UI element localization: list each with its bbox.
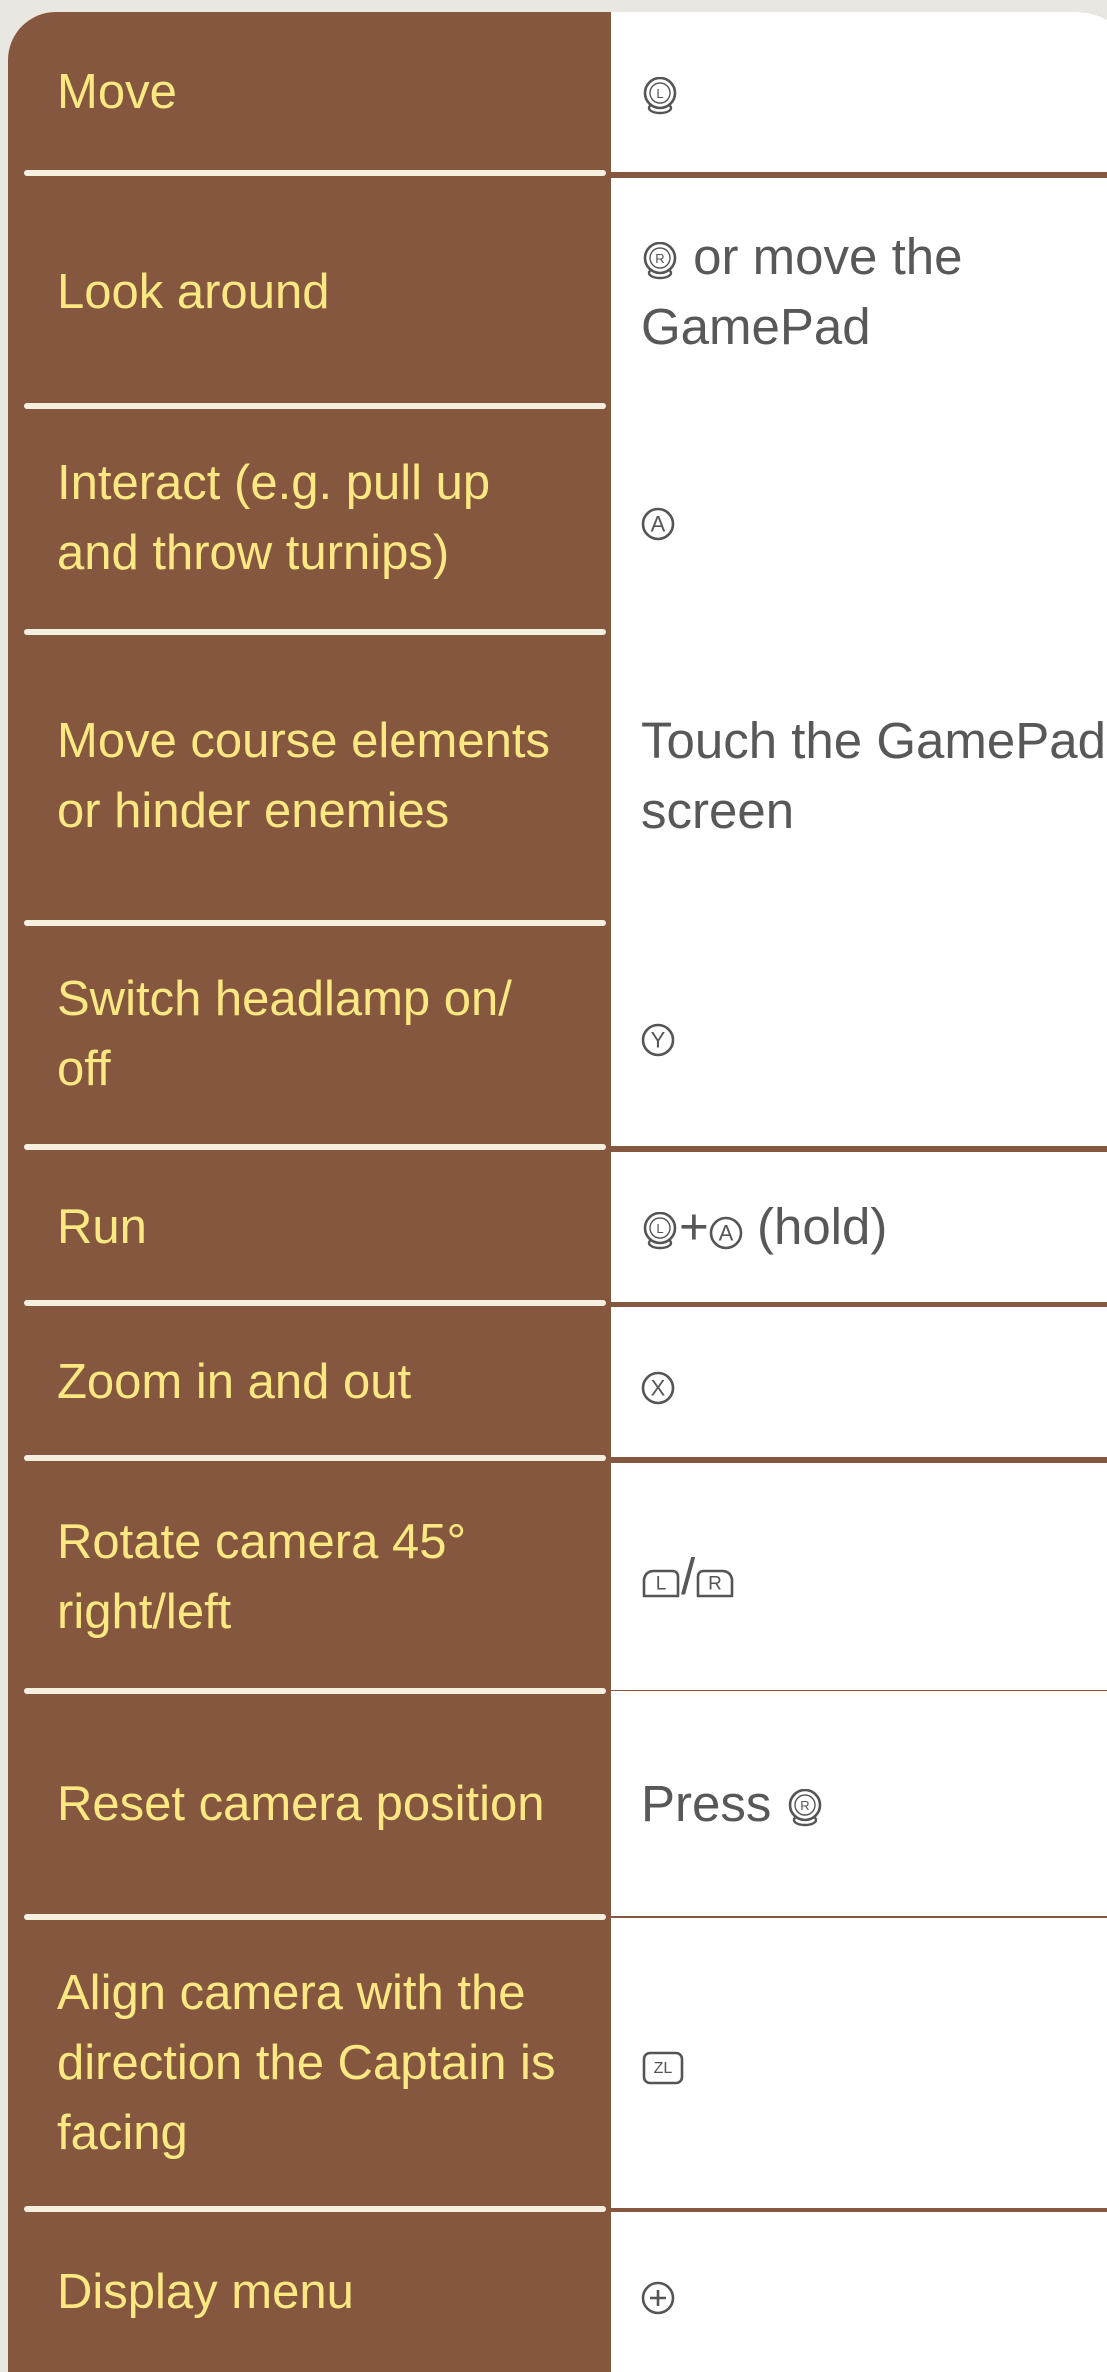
plus-button-icon <box>641 2281 675 2315</box>
table-row: Interact (e.g. pull up and throw turnips… <box>8 404 1107 631</box>
input-cell: Press R <box>611 1691 1107 1916</box>
action-text: Zoom in and out <box>57 1355 412 1409</box>
action-label: Display menu <box>8 2212 611 2372</box>
table-row: Move L <box>8 12 1107 172</box>
a-button-icon: A <box>709 1216 743 1250</box>
input-description: L / R <box>641 1542 735 1612</box>
input-text: + <box>679 1198 709 1255</box>
input-cell: L + A (hold) <box>611 1152 1107 1302</box>
input-description <box>641 2257 675 2327</box>
controls-table: Move L Look around R or move the GamePad Int… <box>8 12 1107 2372</box>
action-text: Align camera with the direction the Capt… <box>57 1966 556 2160</box>
svg-text:A: A <box>718 1221 733 1246</box>
r-shoulder-icon: R <box>695 1566 735 1600</box>
input-cell: L <box>611 12 1107 172</box>
svg-text:X: X <box>651 1376 666 1401</box>
a-button-icon: A <box>641 507 675 541</box>
action-text: Move <box>57 65 177 119</box>
table-row: Switch headlamp on/ off Y <box>8 922 1107 1146</box>
svg-text:ZL: ZL <box>654 2060 673 2077</box>
action-label: Move <box>8 12 611 172</box>
table-row: Run L + A (hold) <box>8 1152 1107 1302</box>
svg-text:L: L <box>656 1221 663 1236</box>
input-cell: A <box>611 404 1107 631</box>
action-text: Interact (e.g. pull up and throw turnips… <box>57 455 491 580</box>
action-text: Display menu <box>57 2265 354 2319</box>
input-description: R or move the GamePad <box>641 222 1107 362</box>
row-divider <box>24 1455 606 1461</box>
input-cell: ZL <box>611 1918 1107 2208</box>
action-label: Move course elements or hinder enemies <box>8 630 611 922</box>
action-label: Interact (e.g. pull up and throw turnips… <box>8 404 611 631</box>
row-divider <box>24 1300 606 1306</box>
action-text: Look around <box>57 264 330 319</box>
action-text: Run <box>57 1200 147 1254</box>
svg-text:R: R <box>800 1798 809 1813</box>
l-shoulder-icon: L <box>641 1566 681 1600</box>
svg-text:R: R <box>655 251 664 266</box>
action-text: Switch headlamp on/ off <box>57 972 512 1096</box>
input-text: (hold) <box>742 1198 888 1255</box>
svg-text:R: R <box>708 1573 722 1594</box>
input-cell: R or move the GamePad <box>611 178 1107 405</box>
table-row: Rotate camera 45° right/left L / R <box>8 1463 1107 1690</box>
input-cell <box>611 2212 1107 2372</box>
svg-text:L: L <box>656 1573 667 1594</box>
action-label: Align camera with the direction the Capt… <box>8 1918 611 2208</box>
action-label: Look around <box>8 178 611 405</box>
table-row: Reset camera position Press R <box>8 1691 1107 1916</box>
input-description: L + A (hold) <box>641 1192 887 1262</box>
table-row: Align camera with the direction the Capt… <box>8 1918 1107 2208</box>
l-stick-icon: L <box>641 77 679 115</box>
input-cell: L / R <box>611 1463 1107 1690</box>
input-text: Touch the GamePad screen <box>641 712 1106 839</box>
action-label: Rotate camera 45° right/left <box>8 1463 611 1690</box>
svg-text:A: A <box>651 511 666 536</box>
table-row: Look around R or move the GamePad <box>8 178 1107 405</box>
action-label: Switch headlamp on/ off <box>8 922 611 1146</box>
svg-text:L: L <box>656 86 663 101</box>
action-label: Run <box>8 1152 611 1302</box>
input-description: Press R <box>641 1769 824 1839</box>
input-text: or move the GamePad <box>641 227 963 355</box>
input-cell: X <box>611 1307 1107 1457</box>
input-description: Touch the GamePad screen <box>641 706 1107 846</box>
input-description: ZL <box>641 2028 685 2098</box>
row-divider <box>24 170 606 176</box>
action-text: Rotate camera 45° right/left <box>57 1514 467 1639</box>
action-text: Reset camera position <box>57 1776 545 1831</box>
zl-button-icon: ZL <box>641 2050 685 2086</box>
table-row: Move course elements or hinder enemies To… <box>8 630 1107 922</box>
input-cell: Touch the GamePad screen <box>611 630 1107 922</box>
action-label: Zoom in and out <box>8 1307 611 1457</box>
input-text: Press <box>641 1774 786 1832</box>
r-stick-icon: R <box>786 1788 824 1827</box>
input-cell: Y <box>611 922 1107 1146</box>
input-description: Y <box>641 999 675 1069</box>
x-button-icon: X <box>641 1371 675 1405</box>
l-stick-icon: L <box>641 1212 679 1250</box>
r-stick-icon: R <box>641 241 679 280</box>
action-label: Reset camera position <box>8 1691 611 1916</box>
input-text: / <box>681 1547 696 1605</box>
table-row: Display menu <box>8 2212 1107 2372</box>
y-button-icon: Y <box>641 1023 675 1057</box>
input-description: L <box>641 57 679 127</box>
input-description: X <box>641 1347 675 1417</box>
action-text: Move course elements or hinder enemies <box>57 714 550 838</box>
svg-text:Y: Y <box>651 1028 666 1053</box>
input-description: A <box>641 483 675 553</box>
table-row: Zoom in and out X <box>8 1307 1107 1457</box>
row-divider <box>24 1144 606 1150</box>
